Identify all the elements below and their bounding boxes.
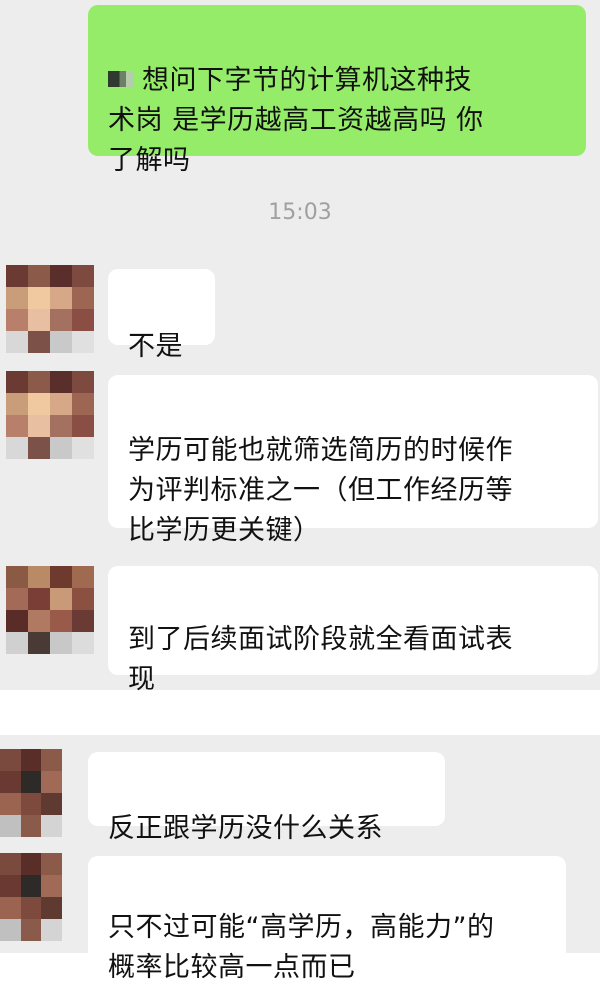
reply-bubble-2[interactable]: 学历可能也就筛选简历的时候作 为评判标准之一（但工作经历等 比学历更关键） <box>108 375 598 546</box>
contact-avatar[interactable] <box>0 749 62 837</box>
reply-bubble-4[interactable]: 反正跟学历没什么关系 <box>88 752 445 844</box>
contact-avatar[interactable] <box>6 371 94 459</box>
contact-avatar[interactable] <box>0 853 62 941</box>
reply-bubble-1[interactable]: 不是 <box>108 269 215 362</box>
reply-bubble-5[interactable]: 只不过可能“高学历，高能力”的 概率比较高一点而已 <box>88 856 566 983</box>
reply-text-1: 不是 <box>128 331 183 362</box>
screenshot-gap <box>0 690 600 735</box>
reply-bubble-3[interactable]: 到了后续面试阶段就全看面试表 现 <box>108 566 598 695</box>
reply-text-5: 只不过可能“高学历，高能力”的 概率比较高一点而已 <box>108 912 495 983</box>
timestamp: 15:03 <box>268 200 332 225</box>
reply-text-4: 反正跟学历没什么关系 <box>108 813 383 844</box>
contact-avatar[interactable] <box>6 566 94 654</box>
my-message-bubble[interactable]: 想问下字节的计算机这种技 术岗 是学历越高工资越高吗 你 了解吗 <box>88 5 586 176</box>
contact-avatar[interactable] <box>6 265 94 353</box>
redacted-name-icon <box>108 70 134 87</box>
